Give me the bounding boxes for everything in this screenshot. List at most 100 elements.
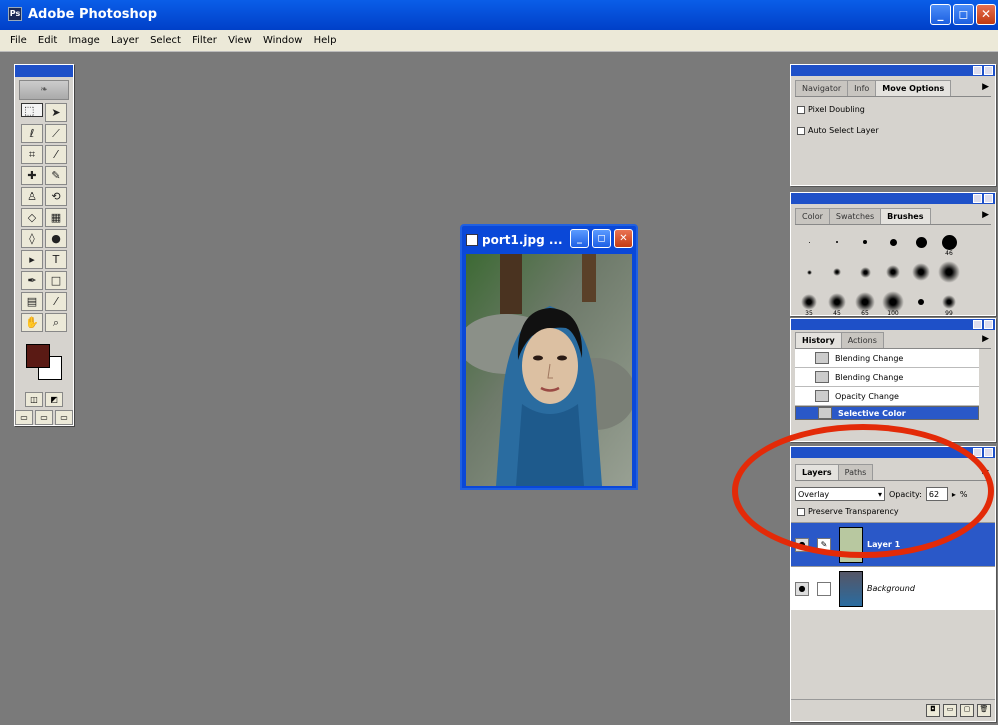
brush-preset[interactable] [965,259,989,285]
palette-minimize-icon[interactable] [973,320,982,329]
brush-tool-icon[interactable]: ✎ [45,166,67,185]
palette-minimize-icon[interactable] [973,448,982,457]
slice-tool-icon[interactable]: ⁄ [45,145,67,164]
full-screen-menu-icon[interactable]: ▭ [35,410,53,425]
magic-wand-tool-icon[interactable]: ⟋ [45,124,67,143]
menu-window[interactable]: Window [259,30,306,46]
tab-color[interactable]: Color [795,208,830,224]
document-window[interactable]: port1.jpg ... _ ◻ ✕ [460,224,638,490]
history-item[interactable]: Opacity Change [795,387,979,406]
tab-info[interactable]: Info [847,80,877,96]
add-mask-icon[interactable]: ◘ [926,704,940,717]
blend-mode-select[interactable]: Overlay ▾ [795,487,885,501]
tab-history[interactable]: History [795,332,842,348]
navigator-palette-title-bar[interactable] [791,65,995,76]
type-tool-icon[interactable]: T [45,250,67,269]
brush-preset[interactable]: 46 [937,229,961,257]
brush-preset[interactable] [909,229,933,255]
standard-mode-icon[interactable]: ◫ [25,392,43,407]
menu-filter[interactable]: Filter [188,30,221,46]
palette-close-icon[interactable] [984,448,993,457]
brush-preset[interactable] [909,259,933,285]
marquee-tool-icon[interactable]: ⬚ [21,103,43,117]
palette-menu-arrow-icon[interactable]: ▶ [982,210,989,220]
history-item[interactable]: Blending Change [795,368,979,387]
brush-preset[interactable]: 65 [853,289,877,317]
palette-close-icon[interactable] [984,66,993,75]
tab-brushes[interactable]: Brushes [880,208,931,224]
tab-paths[interactable]: Paths [837,464,874,480]
brush-preset[interactable] [881,229,905,255]
standard-screen-icon[interactable]: ▭ [15,410,33,425]
document-maximize-button[interactable]: ◻ [592,229,611,248]
clone-stamp-tool-icon[interactable]: ♙ [21,187,43,206]
move-tool-icon[interactable]: ➤ [45,103,67,122]
layer-row[interactable]: ● Background [791,566,995,610]
photoshop-logo[interactable]: ❧ [19,80,69,100]
menu-select[interactable]: Select [146,30,185,46]
palette-menu-arrow-icon[interactable]: ▶ [982,466,989,476]
tab-layers[interactable]: Layers [795,464,839,480]
brush-preset[interactable] [909,289,933,315]
palette-menu-arrow-icon[interactable]: ▶ [982,82,989,92]
pen-tool-icon[interactable]: ✒ [21,271,43,290]
layer-row-active[interactable]: ● ✎ Layer 1 [791,522,995,566]
path-selection-tool-icon[interactable]: ▸ [21,250,43,269]
menu-file[interactable]: File [0,30,31,46]
brush-preset[interactable] [881,259,905,285]
shape-tool-icon[interactable]: □ [45,271,67,290]
preserve-transparency-option[interactable]: Preserve Transparency [797,507,989,516]
lasso-tool-icon[interactable]: ℓ [21,124,43,143]
menu-help[interactable]: Help [310,30,341,46]
trash-icon[interactable]: 🗑 [977,704,991,717]
brush-preset[interactable]: 100 [881,289,905,317]
history-palette-title-bar[interactable] [791,319,995,330]
hand-tool-icon[interactable]: ✋ [21,313,43,332]
tab-swatches[interactable]: Swatches [828,208,882,224]
brush-preset[interactable] [937,259,961,285]
new-set-icon[interactable]: ▭ [943,704,957,717]
menu-view[interactable]: View [224,30,256,46]
brush-preset[interactable] [797,229,821,255]
blur-tool-icon[interactable]: ◊ [21,229,43,248]
brush-link-icon[interactable]: ✎ [817,537,831,552]
palette-close-icon[interactable] [984,194,993,203]
healing-brush-tool-icon[interactable]: ✚ [21,166,43,185]
palette-close-icon[interactable] [984,320,993,329]
brush-preset[interactable] [965,229,989,255]
close-button[interactable]: ✕ [976,4,996,25]
layers-palette-title-bar[interactable] [791,447,995,458]
tab-navigator[interactable]: Navigator [795,80,849,96]
dodge-tool-icon[interactable]: ● [45,229,67,248]
link-icon[interactable] [817,581,831,596]
brush-preset[interactable] [825,259,849,285]
maximize-button[interactable]: ◻ [953,4,974,25]
menu-edit[interactable]: Edit [34,30,61,46]
opacity-slider-arrow-icon[interactable]: ▸ [952,490,956,499]
auto-select-layer-checkbox[interactable] [797,126,805,135]
toolbox-title-bar[interactable] [15,65,73,77]
foreground-color-swatch[interactable] [26,344,50,368]
menu-image[interactable]: Image [64,30,103,46]
preserve-transparency-checkbox[interactable] [797,507,805,516]
document-title-bar[interactable]: port1.jpg ... _ ◻ ✕ [462,226,636,254]
crop-tool-icon[interactable]: ⌗ [21,145,43,164]
history-item[interactable]: Blending Change [795,349,979,368]
tab-actions[interactable]: Actions [840,332,884,348]
document-close-button[interactable]: ✕ [614,229,633,248]
eye-icon[interactable]: ● [795,537,809,552]
brush-preset[interactable] [797,259,821,285]
palette-minimize-icon[interactable] [973,194,982,203]
brush-preset[interactable] [853,259,877,285]
minimize-button[interactable]: _ [930,4,951,25]
gradient-tool-icon[interactable]: ▦ [45,208,67,227]
palette-minimize-icon[interactable] [973,66,982,75]
tab-move-options[interactable]: Move Options [875,80,952,96]
new-layer-icon[interactable]: ▢ [960,704,974,717]
brush-preset[interactable] [825,229,849,255]
pixel-doubling-option[interactable]: Pixel Doubling [797,105,989,114]
notes-tool-icon[interactable]: ▤ [21,292,43,311]
menu-layer[interactable]: Layer [107,30,143,46]
palette-menu-arrow-icon[interactable]: ▶ [982,334,989,344]
eraser-tool-icon[interactable]: ◇ [21,208,43,227]
